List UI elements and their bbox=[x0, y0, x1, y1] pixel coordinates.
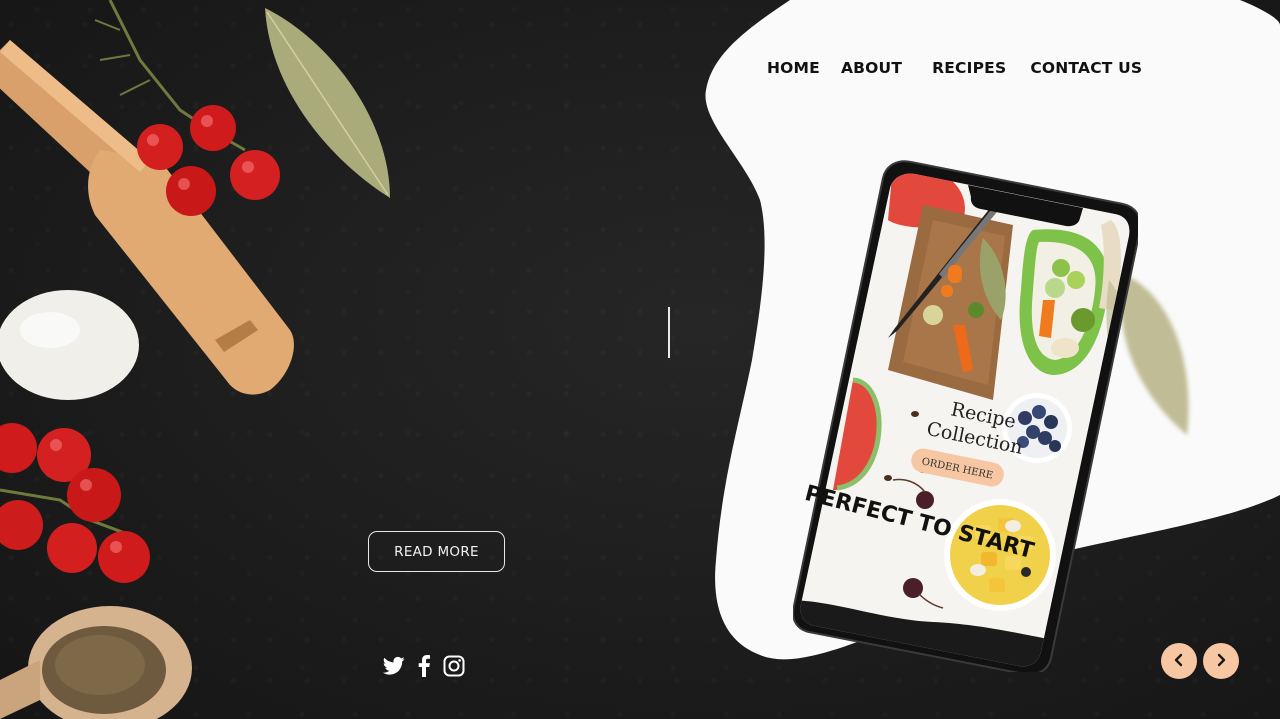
slider-next-button[interactable] bbox=[1203, 643, 1239, 679]
nav-recipes-link[interactable]: RECIPES bbox=[932, 58, 1006, 78]
nav-home-link[interactable]: HOME bbox=[767, 58, 820, 78]
instagram-icon[interactable] bbox=[443, 655, 465, 681]
phone-illustration: Recipe Collection ORDER HERE PERFECT TO … bbox=[792, 160, 1142, 676]
phone-mockup: Recipe Collection ORDER HERE PERFECT TO … bbox=[792, 160, 1142, 676]
read-more-button[interactable]: READ MORE bbox=[368, 531, 505, 572]
slider-prev-button[interactable] bbox=[1161, 643, 1197, 679]
nav-contact-link[interactable]: CONTACT US bbox=[1030, 58, 1142, 78]
facebook-icon[interactable] bbox=[418, 655, 430, 681]
rolling-pin-illustration bbox=[0, 40, 294, 395]
twitter-icon[interactable] bbox=[382, 656, 405, 680]
chevron-left-icon bbox=[1173, 652, 1185, 671]
bay-leaf-illustration bbox=[265, 8, 390, 198]
nav-about-link[interactable]: ABOUT bbox=[841, 58, 902, 78]
vertical-divider bbox=[668, 307, 670, 358]
hero-section: HOME ABOUT RECIPES CONTACT US READ MORE bbox=[0, 0, 1280, 719]
chevron-right-icon bbox=[1215, 652, 1227, 671]
egg-illustration bbox=[0, 290, 139, 400]
tomato-vine-top bbox=[94, 0, 280, 216]
social-links bbox=[382, 655, 465, 681]
main-navigation: HOME ABOUT RECIPES CONTACT US bbox=[767, 58, 1142, 78]
spoon-with-spice-illustration bbox=[0, 606, 192, 719]
tomato-vine-bottom bbox=[0, 423, 150, 583]
